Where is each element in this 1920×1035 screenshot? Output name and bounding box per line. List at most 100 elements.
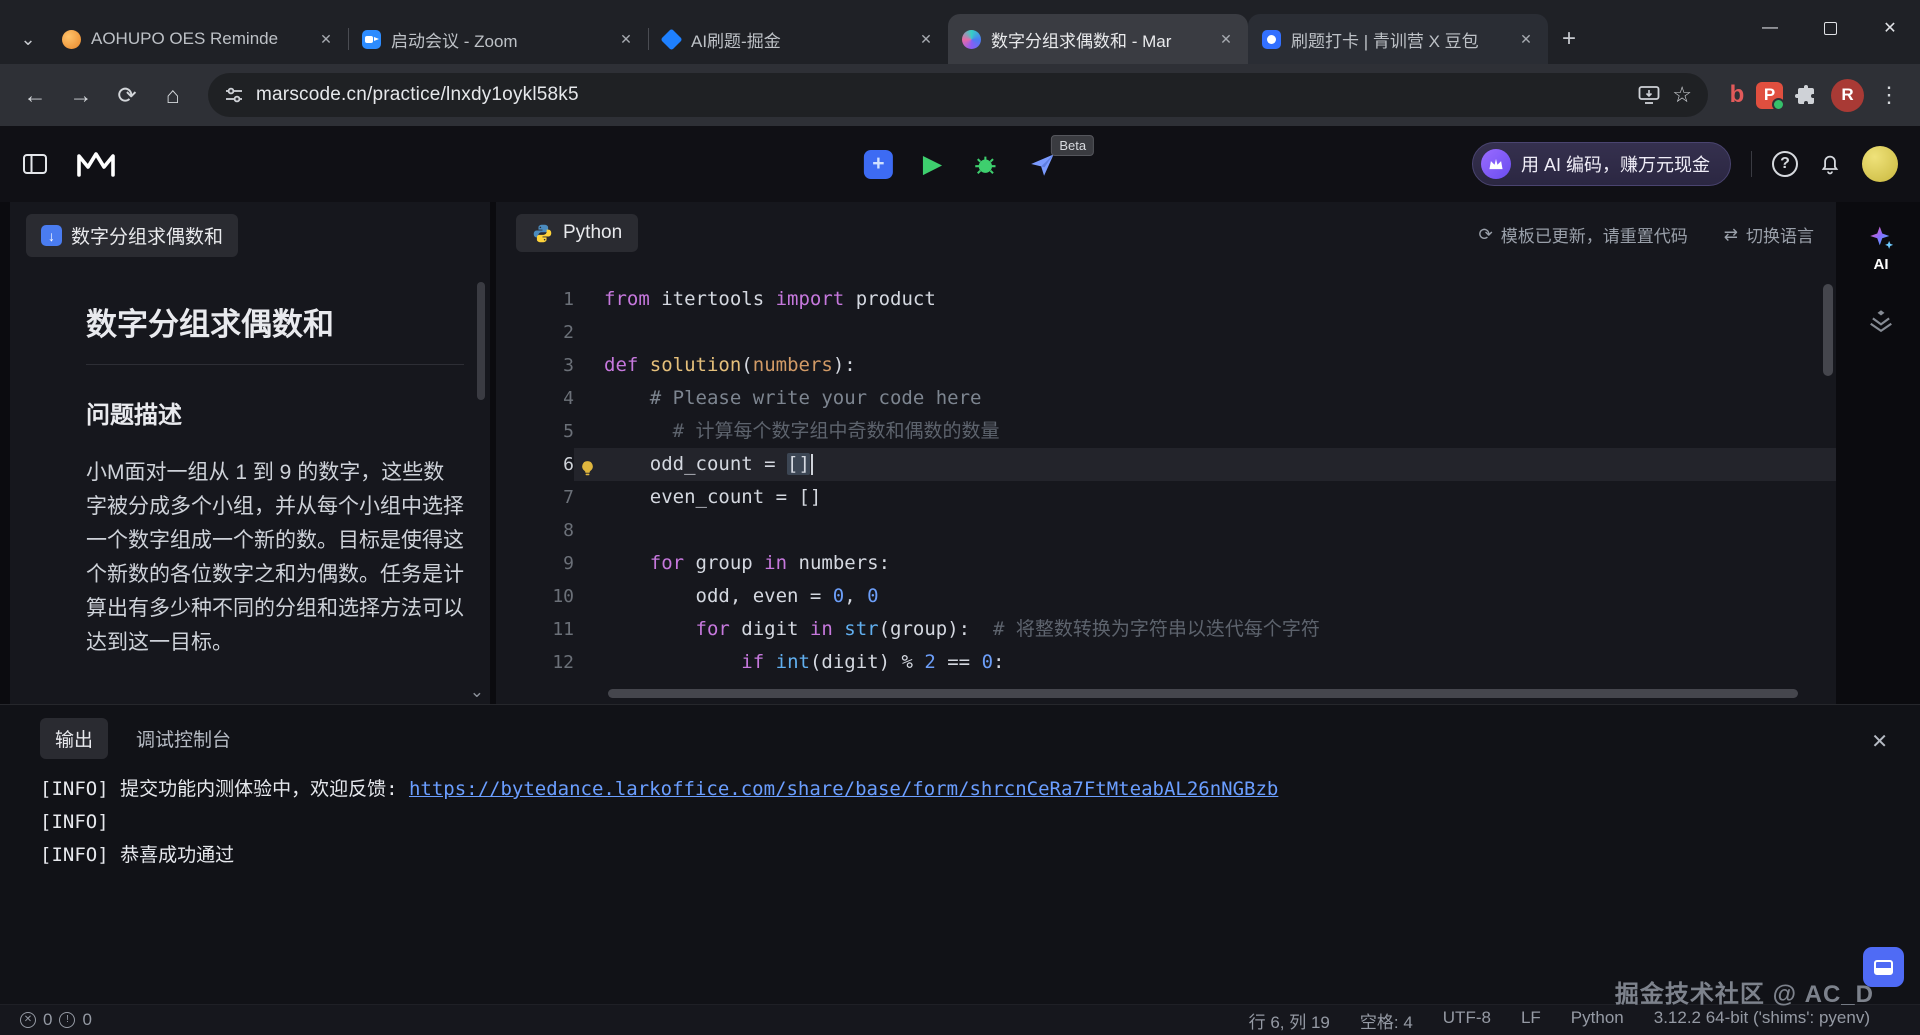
rail-secondary-icon[interactable] (1868, 307, 1894, 338)
tab-close-icon[interactable]: ✕ (914, 27, 938, 51)
code-token: odd, even = (604, 585, 833, 607)
site-settings-icon[interactable] (224, 85, 244, 105)
run-button[interactable]: ▶ (923, 149, 942, 179)
tab-search-button[interactable]: ⌄ (8, 16, 48, 62)
browser-tab-aohupo[interactable]: AOHUPO OES Reminde✕ (48, 14, 348, 64)
status-item[interactable]: LF (1521, 1008, 1541, 1033)
browser-menu-icon[interactable]: ⋮ (1872, 82, 1906, 108)
status-item[interactable]: 3.12.2 64-bit ('shims': pyenv) (1654, 1008, 1870, 1033)
language-chip[interactable]: Python (516, 214, 638, 252)
code-lines[interactable]: 1from itertools import product23def solu… (496, 278, 1836, 704)
code-token (604, 387, 650, 409)
code-line[interactable]: 4 # Please write your code here (496, 382, 1836, 415)
new-tab-button[interactable]: + (1548, 16, 1590, 62)
code-token: even_count = [] (604, 486, 821, 508)
code-line[interactable]: 9 for group in numbers: (496, 547, 1836, 580)
code-line[interactable]: 6 odd_count = [] (496, 448, 1836, 481)
url-text[interactable]: marscode.cn/practice/lnxdy1oykl58k5 (256, 84, 1626, 106)
code-token: itertools (650, 288, 776, 310)
editor-toolbar: + ▶ Beta (864, 149, 1056, 179)
vertical-scrollbar[interactable] (1823, 284, 1833, 376)
status-item[interactable]: 空格: 4 (1360, 1008, 1413, 1033)
horizontal-scrollbar[interactable] (608, 689, 1798, 698)
browser-tab-juejin[interactable]: AI刷题-掘金✕ (648, 14, 948, 64)
code-line[interactable]: 2 (496, 316, 1836, 349)
install-app-icon[interactable] (1638, 85, 1660, 105)
switch-language-button[interactable]: ⇄ 切换语言 (1724, 222, 1814, 247)
submit-button[interactable]: Beta (1029, 151, 1056, 178)
toggle-panel-button[interactable] (1863, 947, 1904, 987)
code-token: # 计算每个数字组中奇数和偶数的数量 (673, 420, 1000, 442)
log-prefix: [INFO] (40, 811, 109, 833)
console-close-icon[interactable]: ✕ (1871, 729, 1888, 754)
ai-assistant-button[interactable]: AI (1865, 224, 1897, 273)
code-token: numbers: (787, 552, 890, 574)
code-line[interactable]: 5 # 计算每个数字组中奇数和偶数的数量 (496, 415, 1836, 448)
home-button[interactable]: ⌂ (152, 74, 194, 116)
reset-code-button[interactable]: ⟳ 模板已更新，请重置代码 (1479, 222, 1688, 247)
browser-tab-marscode[interactable]: 数字分组求偶数和 - Mar✕ (948, 14, 1248, 64)
user-avatar[interactable] (1862, 146, 1898, 182)
browser-tab-doubao[interactable]: 刷题打卡 | 青训营 X 豆包✕ (1248, 14, 1548, 64)
forward-button[interactable]: → (60, 74, 102, 116)
code-line[interactable]: 3def solution(numbers): (496, 349, 1836, 382)
ai-promo-button[interactable]: 用 AI 编码，赚万元现金 (1472, 142, 1731, 186)
debug-button[interactable] (972, 151, 999, 178)
code-token: 0 (833, 585, 844, 607)
code-token: ( (741, 354, 752, 376)
bookmark-star-icon[interactable]: ☆ (1672, 82, 1692, 108)
problem-icon: ↓ (41, 225, 62, 246)
code-line[interactable]: 11 for digit in str(group): # 将整数转换为字符串以… (496, 613, 1836, 646)
output-console: 输出 调试控制台 ✕ [INFO] 提交功能内测体验中，欢迎反馈: https:… (0, 704, 1920, 1004)
console-tabs: 输出 调试控制台 (0, 717, 1920, 759)
code-line[interactable]: 8 (496, 514, 1836, 547)
browser-tab-zoom[interactable]: 启动会议 - Zoom✕ (348, 14, 648, 64)
status-item[interactable]: Python (1571, 1008, 1624, 1033)
right-rail: AI (1842, 202, 1920, 704)
bing-extension-icon[interactable]: b (1722, 81, 1752, 109)
maximize-button[interactable] (1800, 0, 1860, 56)
tab-debug-console[interactable]: 调试控制台 (136, 725, 231, 752)
status-item[interactable]: UTF-8 (1443, 1008, 1491, 1033)
tab-close-icon[interactable]: ✕ (1514, 27, 1538, 51)
code-line[interactable]: 1from itertools import product (496, 283, 1836, 316)
scroll-down-chevron-icon[interactable]: ⌄ (470, 682, 484, 702)
help-icon[interactable]: ? (1772, 151, 1798, 177)
back-button[interactable]: ← (14, 74, 56, 116)
plus-icon: + (1562, 25, 1576, 53)
tab-close-icon[interactable]: ✕ (1214, 27, 1238, 51)
problem-scrollbar[interactable] (477, 282, 485, 400)
log-link[interactable]: https://bytedance.larkoffice.com/share/b… (409, 778, 1278, 800)
problems-indicator[interactable]: ✕ 0 ! 0 (20, 1010, 92, 1030)
error-circle-icon: ✕ (20, 1012, 36, 1028)
code-line[interactable]: 10 odd, even = 0, 0 (496, 580, 1836, 613)
code-text: odd, even = 0, 0 (574, 580, 1836, 613)
close-window-button[interactable]: ✕ (1860, 0, 1920, 56)
code-token: ): (833, 354, 856, 376)
notifications-bell-icon[interactable] (1818, 152, 1842, 176)
code-line[interactable]: 12 if int(digit) % 2 == 0: (496, 646, 1836, 679)
p-extension-icon[interactable]: P (1756, 82, 1783, 109)
code-token (811, 454, 813, 475)
extensions-puzzle-icon[interactable] (1787, 83, 1823, 107)
workspace: ↓ 数字分组求偶数和 数字分组求偶数和 问题描述 小M面对一组从 1 到 9 的… (0, 202, 1920, 704)
code-line[interactable]: 7 even_count = [] (496, 481, 1836, 514)
tab-output[interactable]: 输出 (40, 718, 108, 759)
tab-close-icon[interactable]: ✕ (614, 27, 638, 51)
warning-circle-icon: ! (59, 1012, 75, 1028)
code-token: # Please write your code here (650, 387, 982, 409)
code-token: import (776, 288, 845, 310)
problem-title-chip[interactable]: ↓ 数字分组求偶数和 (26, 214, 238, 257)
marscode-logo[interactable] (74, 149, 118, 179)
browser-profile-avatar[interactable]: R (1831, 79, 1864, 112)
python-icon (532, 223, 553, 244)
status-item[interactable]: 行 6, 列 19 (1249, 1008, 1330, 1033)
browser-tabstrip: ⌄ AOHUPO OES Reminde✕启动会议 - Zoom✕AI刷题-掘金… (0, 0, 1920, 64)
tab-close-icon[interactable]: ✕ (314, 27, 338, 51)
address-bar[interactable]: marscode.cn/practice/lnxdy1oykl58k5 ☆ (208, 73, 1708, 117)
code-token: digit (730, 618, 810, 640)
refresh-button[interactable]: ⟳ (106, 74, 148, 116)
sidebar-toggle-icon[interactable] (22, 152, 48, 176)
add-testcase-button[interactable]: + (864, 150, 893, 179)
minimize-button[interactable]: — (1740, 0, 1800, 56)
